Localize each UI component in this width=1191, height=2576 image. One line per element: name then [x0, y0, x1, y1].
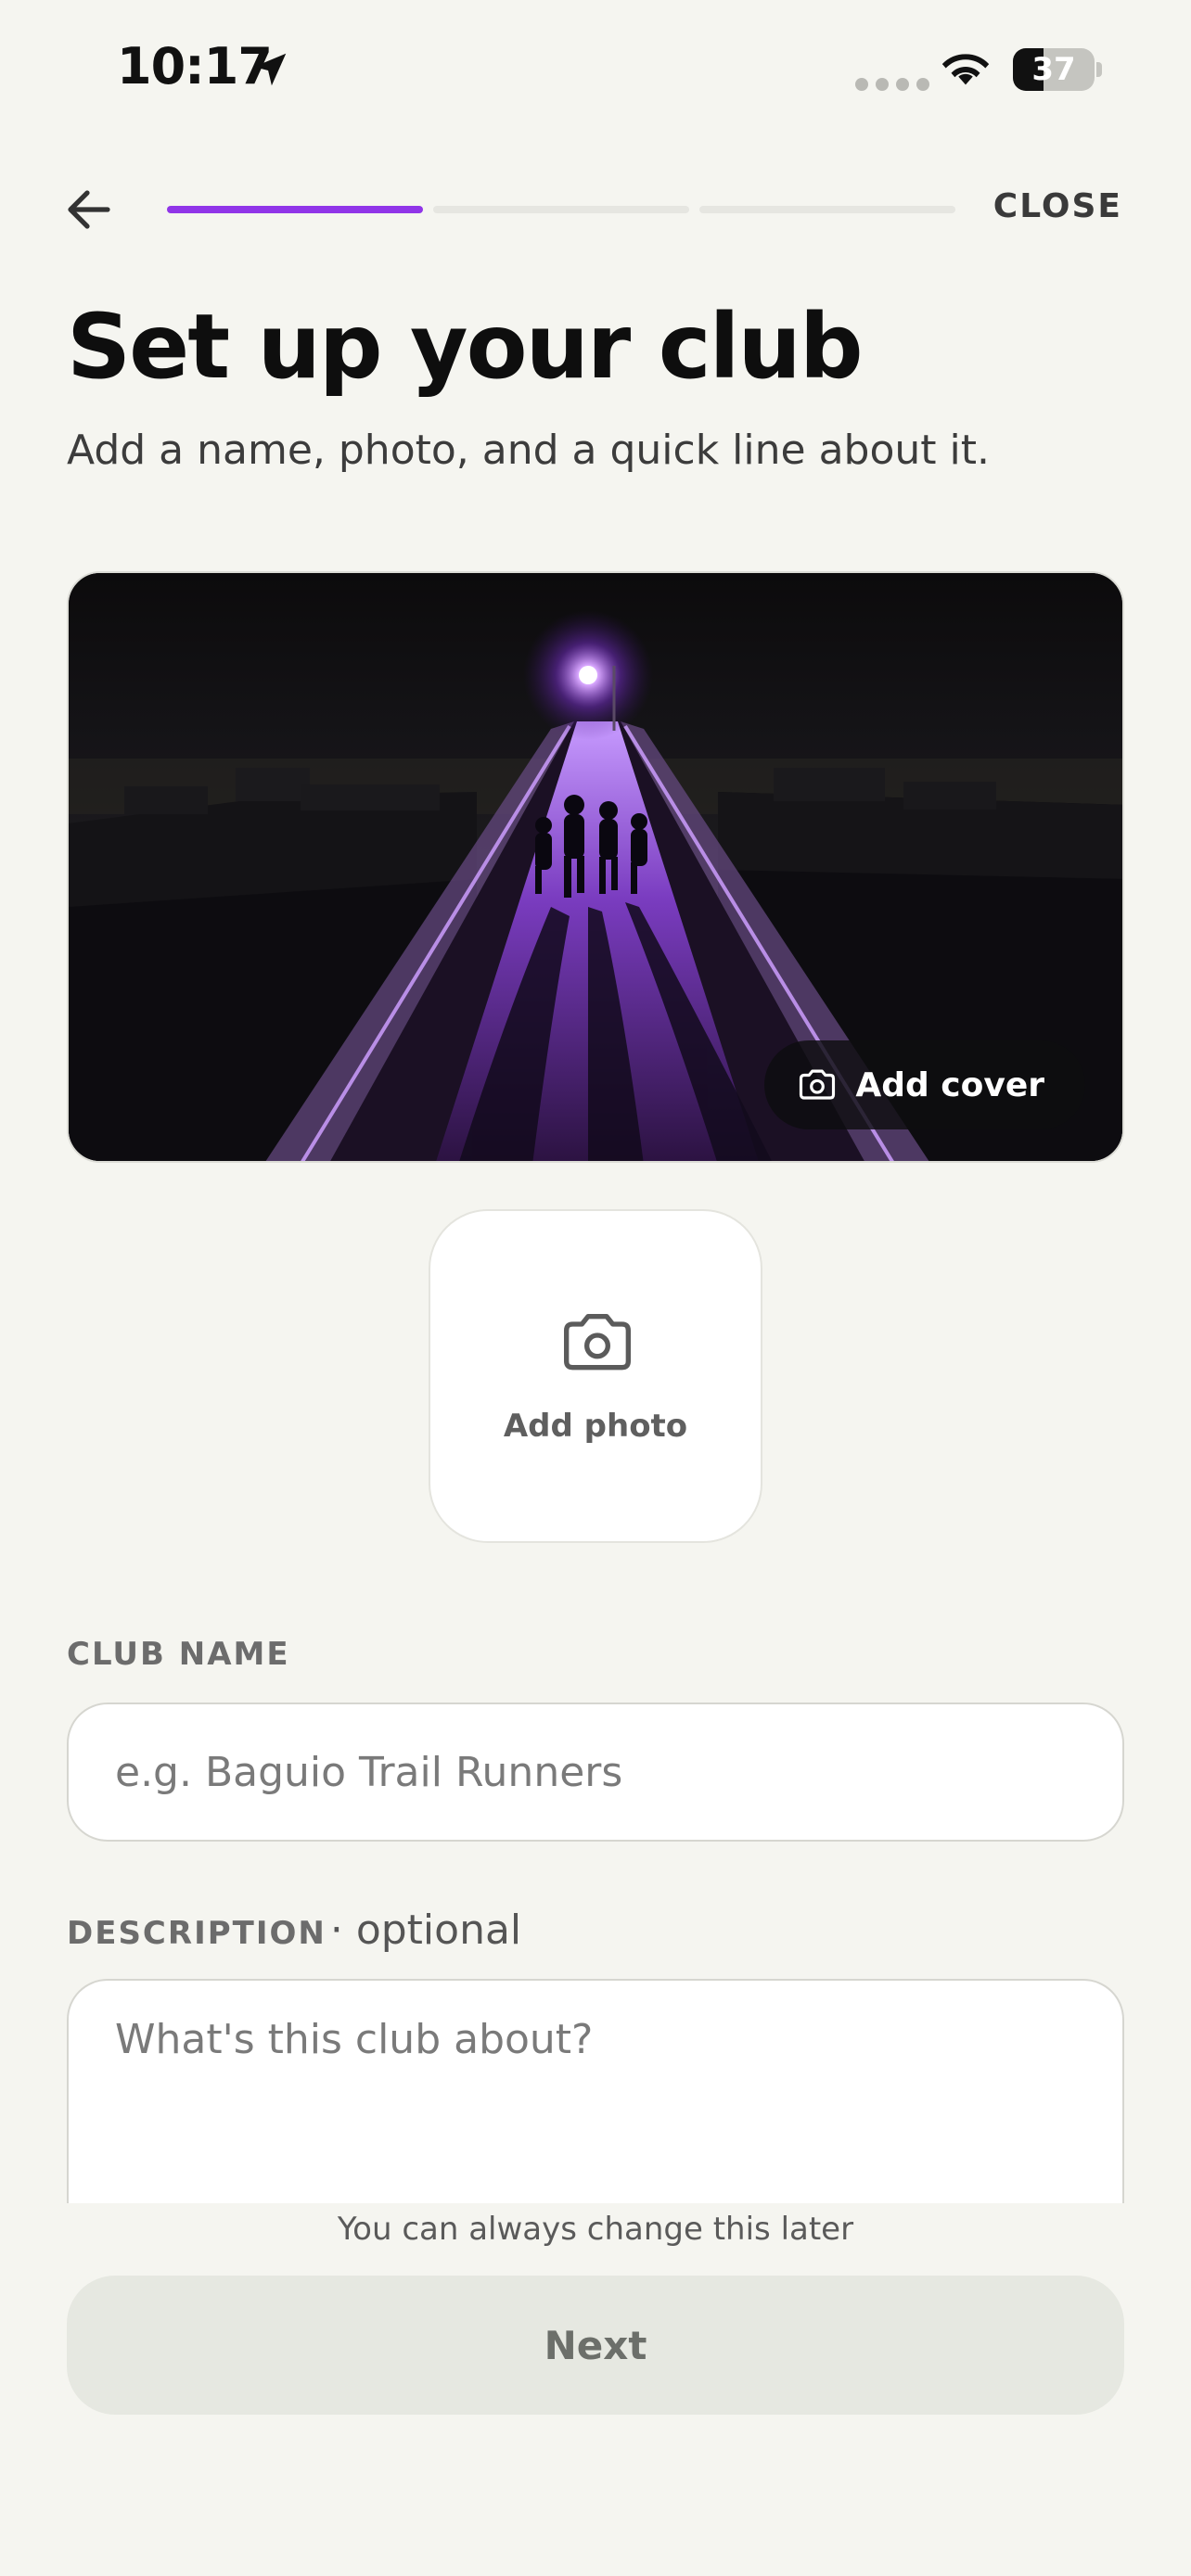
step-progress: [167, 206, 955, 213]
progress-step-2: [433, 206, 689, 213]
add-photo-button[interactable]: Add photo: [429, 1209, 762, 1543]
description-input[interactable]: [67, 1979, 1124, 2238]
add-cover-button[interactable]: Add cover: [764, 1040, 1085, 1129]
wifi-icon: [941, 54, 990, 85]
cover-image[interactable]: Add cover: [67, 571, 1124, 1163]
close-button[interactable]: CLOSE: [993, 187, 1122, 225]
description-label: DESCRIPTION· optional: [67, 1906, 521, 1954]
footer-note: You can always change this later: [0, 2211, 1191, 2248]
add-cover-label: Add cover: [855, 1065, 1044, 1104]
battery-percentage: 37: [1031, 51, 1076, 88]
add-photo-label: Add photo: [503, 1408, 688, 1445]
progress-step-3: [699, 206, 955, 213]
status-bar: 10:17 37: [0, 0, 1191, 139]
next-button[interactable]: Next: [67, 2276, 1124, 2415]
club-name-input[interactable]: [67, 1702, 1124, 1842]
page-subtitle: Add a name, photo, and a quick line abou…: [67, 427, 990, 474]
location-arrow-icon: [253, 53, 287, 86]
camera-icon: [564, 1314, 631, 1371]
club-name-label: CLUB NAME: [67, 1636, 290, 1673]
battery-icon: 37: [1013, 48, 1102, 91]
progress-step-1: [167, 206, 423, 213]
back-arrow-icon[interactable]: [63, 184, 115, 236]
description-label-text: DESCRIPTION: [67, 1915, 327, 1952]
camera-icon: [800, 1069, 836, 1100]
page-title: Set up your club: [67, 295, 864, 399]
cellular-signal-icon: [855, 78, 929, 91]
optional-tag: · optional: [329, 1906, 522, 1954]
